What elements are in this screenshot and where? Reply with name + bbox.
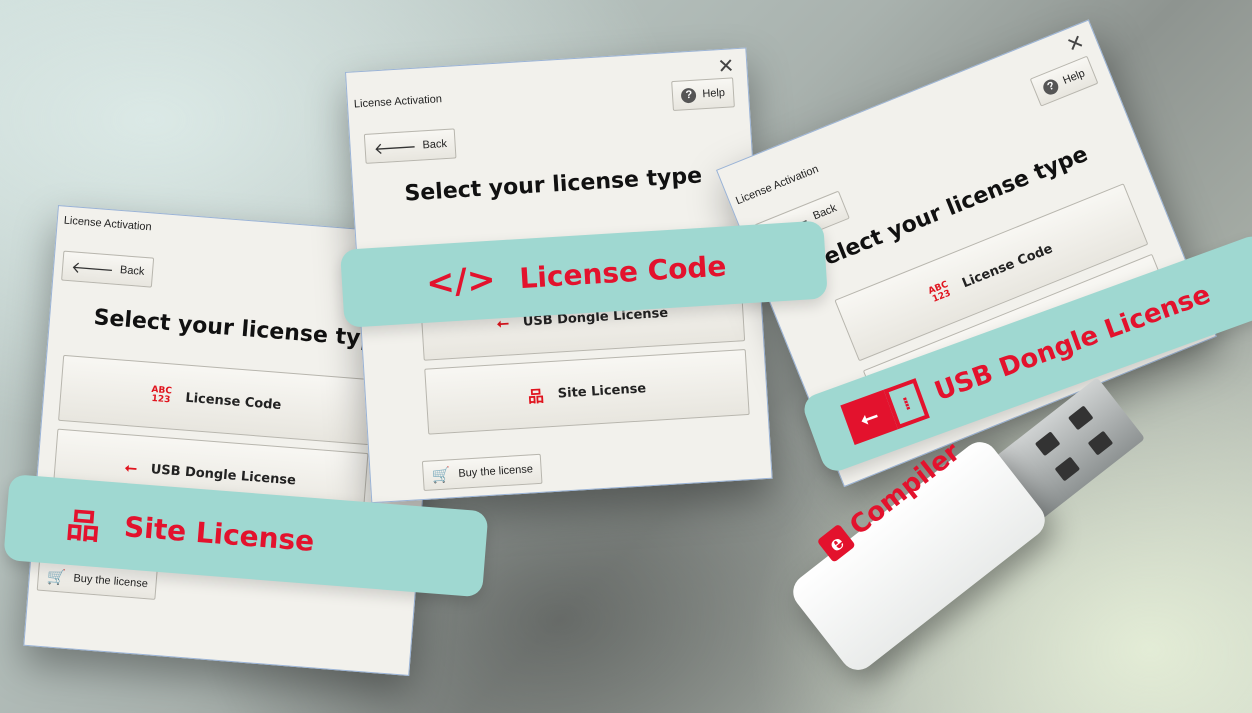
option-label: Site License: [557, 380, 647, 402]
option-label: USB Dongle License: [150, 461, 297, 488]
back-label: Back: [811, 202, 839, 223]
close-icon[interactable]: ✕: [1063, 29, 1088, 58]
window-title: License Activation: [63, 214, 153, 234]
back-arrow-icon: 🡐: [70, 258, 115, 280]
site-network-icon: 品: [64, 505, 102, 548]
back-label: Back: [119, 264, 145, 278]
close-icon[interactable]: ✕: [717, 53, 735, 78]
banner-label: License Code: [518, 248, 728, 295]
abc-123-icon: ABC 123: [927, 279, 953, 305]
code-brackets-icon: </>: [425, 259, 497, 304]
back-button[interactable]: 🡐 Back: [363, 128, 457, 164]
buy-label: Buy the license: [72, 572, 149, 591]
help-icon: ?: [680, 87, 697, 103]
help-label: Help: [702, 86, 726, 101]
back-label: Back: [422, 137, 448, 152]
back-arrow-icon: 🡐: [373, 138, 418, 158]
back-button[interactable]: 🡐 Back: [61, 250, 155, 288]
page-heading: Select your license type: [403, 163, 703, 207]
banner-label: Site License: [122, 509, 316, 558]
buy-license-button[interactable]: 🛒 Buy the license: [421, 453, 543, 491]
option-label: License Code: [959, 240, 1055, 291]
site-license-option[interactable]: 品 Site License: [424, 349, 750, 435]
site-network-icon: 品: [527, 386, 545, 407]
window-title: License Activation: [734, 163, 821, 208]
scene: License Activation 🡐 Back Select your li…: [0, 0, 1252, 713]
abc-123-icon: ABC 123: [151, 384, 173, 406]
usb-dongle-illustration: e Compiler: [786, 377, 1246, 710]
help-label: Help: [1061, 67, 1087, 87]
cart-icon: 🛒: [46, 568, 67, 587]
cart-icon: 🛒: [431, 466, 451, 485]
help-button[interactable]: ? Help: [1030, 55, 1099, 107]
help-icon: ?: [1041, 76, 1061, 97]
option-label: License Code: [184, 390, 282, 413]
buy-label: Buy the license: [458, 463, 534, 480]
usb-icon: ⭠: [124, 458, 138, 477]
help-button[interactable]: ? Help: [671, 77, 735, 112]
window-title: License Activation: [353, 93, 443, 111]
